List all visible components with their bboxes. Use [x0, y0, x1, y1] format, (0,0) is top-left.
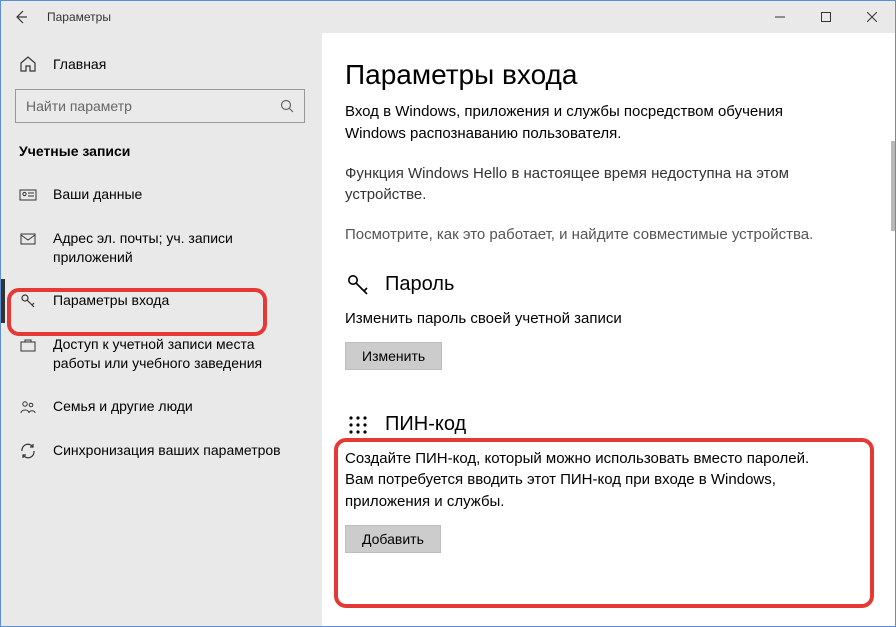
- sidebar-item-label: Синхронизация ваших параметров: [53, 441, 281, 460]
- keypad-icon: [345, 412, 371, 438]
- titlebar: Параметры: [1, 1, 895, 33]
- scrollbar[interactable]: [891, 141, 895, 231]
- page-title: Параметры входа: [345, 59, 867, 91]
- sidebar-item-family[interactable]: Семья и другие люди: [1, 385, 322, 429]
- close-button[interactable]: [849, 1, 895, 33]
- window-title: Параметры: [47, 10, 111, 24]
- password-section-header: Пароль: [345, 272, 867, 298]
- password-desc: Изменить пароль своей учетной записи: [345, 308, 815, 330]
- people-icon: [19, 398, 37, 416]
- back-button[interactable]: [7, 3, 35, 31]
- sidebar-item-label: Доступ к учетной записи места работы или…: [53, 335, 304, 373]
- sidebar-item-email-accounts[interactable]: Адрес эл. почты; уч. записи приложений: [1, 217, 322, 279]
- sync-icon: [19, 442, 37, 460]
- sidebar-item-sync[interactable]: Синхронизация ваших параметров: [1, 429, 322, 473]
- maximize-button[interactable]: [803, 1, 849, 33]
- content: Параметры входа Вход в Windows, приложен…: [323, 33, 895, 626]
- window-controls: [757, 1, 895, 33]
- home-nav[interactable]: Главная: [1, 45, 322, 83]
- home-label: Главная: [53, 56, 106, 72]
- search-input[interactable]: [16, 90, 270, 122]
- sidebar-item-label: Параметры входа: [53, 291, 169, 310]
- sidebar-section-label: Учетные записи: [1, 135, 322, 173]
- search-icon: [270, 90, 304, 122]
- password-section-title: Пароль: [385, 273, 454, 296]
- sidebar: Главная Учетные записи Ваши данные Адрес…: [1, 33, 323, 626]
- mail-icon: [19, 230, 37, 248]
- hello-unavailable-text: Функция Windows Hello в настоящее время …: [345, 163, 815, 207]
- minimize-button[interactable]: [757, 1, 803, 33]
- pin-desc: Создайте ПИН-код, который можно использо…: [345, 448, 815, 513]
- sidebar-item-label: Семья и другие люди: [53, 397, 193, 416]
- briefcase-icon: [19, 336, 37, 354]
- intro-text: Вход в Windows, приложения и службы поср…: [345, 101, 815, 145]
- pin-section-title: ПИН-код: [385, 413, 466, 436]
- sidebar-item-your-info[interactable]: Ваши данные: [1, 173, 322, 217]
- home-icon: [19, 55, 37, 73]
- sidebar-item-signin-options[interactable]: Параметры входа: [1, 279, 322, 323]
- pin-section-header: ПИН-код: [345, 412, 867, 438]
- change-password-button[interactable]: Изменить: [345, 342, 442, 370]
- sidebar-item-label: Ваши данные: [53, 185, 142, 204]
- search-box[interactable]: [15, 89, 305, 123]
- add-pin-button[interactable]: Добавить: [345, 525, 441, 553]
- sidebar-item-work-access[interactable]: Доступ к учетной записи места работы или…: [1, 323, 322, 385]
- id-card-icon: [19, 186, 37, 204]
- key-icon: [345, 272, 371, 298]
- sidebar-item-label: Адрес эл. почты; уч. записи приложений: [53, 229, 304, 267]
- key-icon: [19, 292, 37, 310]
- learn-more-link[interactable]: Посмотрите, как это работает, и найдите …: [345, 224, 815, 246]
